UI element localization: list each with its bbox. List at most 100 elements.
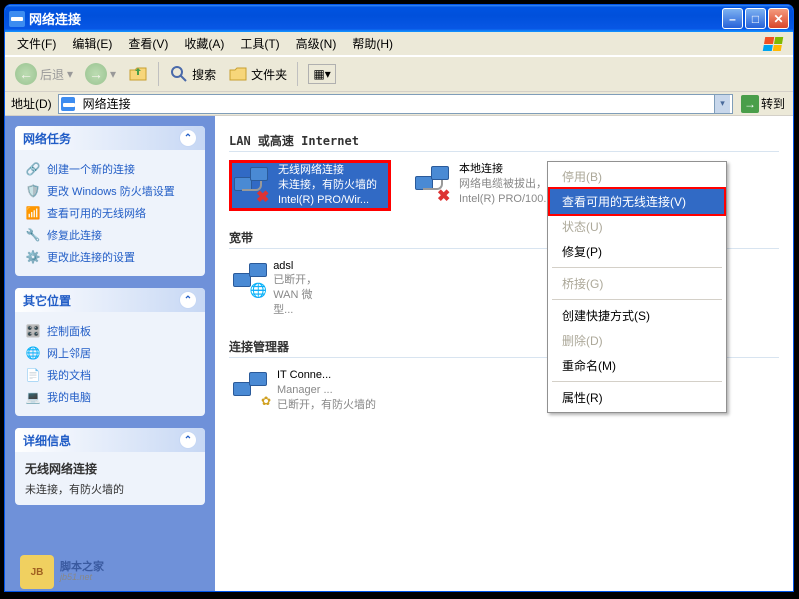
disconnected-badge-icon: ✖ (256, 187, 270, 201)
panel-body: 无线网络连接 未连接，有防火墙的 (15, 452, 205, 505)
cm-shortcut[interactable]: 创建快捷方式(S) (550, 303, 724, 328)
main-pane[interactable]: LAN 或高速 Internet ✖ 无线网络连接 未连接，有防火墙的 Inte… (215, 116, 793, 591)
toolbar-separator (158, 62, 159, 86)
chevron-up-icon[interactable]: ⌃ (179, 431, 197, 449)
broadband-icon: 🌐 (231, 259, 267, 299)
cm-properties[interactable]: 属性(R) (550, 385, 724, 410)
menu-tools[interactable]: 工具(T) (232, 33, 287, 54)
unplugged-badge-icon: ✖ (437, 186, 451, 200)
cm-status[interactable]: 状态(U) (550, 214, 724, 239)
wireless-connection-icon: ✖ (232, 163, 272, 203)
my-computer-link[interactable]: 💻我的电脑 (25, 386, 195, 408)
panel-header[interactable]: 详细信息 ⌃ (15, 428, 205, 452)
windows-logo-icon (755, 32, 791, 56)
other-places-panel: 其它位置 ⌃ 🎛️控制面板 🌐网上邻居 📄我的文档 💻我的电脑 (15, 288, 205, 416)
go-button[interactable]: → 转到 (737, 94, 789, 114)
back-button[interactable]: ← 后退 ▾ (11, 61, 77, 87)
address-value: 网络连接 (83, 95, 131, 112)
menu-separator (552, 267, 722, 268)
explorer-window: 网络连接 – □ ✕ 文件(F) 编辑(E) 查看(V) 收藏(A) 工具(T)… (4, 4, 794, 592)
my-documents-link[interactable]: 📄我的文档 (25, 364, 195, 386)
menu-separator (552, 299, 722, 300)
views-button[interactable]: ▦▾ (304, 62, 340, 86)
address-bar: 地址(D) 网络连接 ▾ → 转到 (5, 92, 793, 116)
folder-icon (228, 64, 248, 84)
cm-view-wireless[interactable]: 查看可用的无线连接(V) (548, 187, 726, 216)
network-connections-icon (9, 11, 25, 27)
dropdown-icon: ▾ (67, 67, 73, 81)
content-area: 网络任务 ⌃ 🔗创建一个新的连接 🛡️更改 Windows 防火墙设置 📶查看可… (5, 116, 793, 591)
watermark-logo-icon: JB (20, 555, 54, 589)
titlebar[interactable]: 网络连接 – □ ✕ (5, 5, 793, 32)
forward-arrow-icon: → (85, 63, 107, 85)
close-button[interactable]: ✕ (768, 8, 789, 29)
address-input[interactable]: 网络连接 ▾ (58, 94, 733, 114)
panel-header[interactable]: 其它位置 ⌃ (15, 288, 205, 312)
menu-edit[interactable]: 编辑(E) (64, 33, 120, 54)
address-dropdown-icon[interactable]: ▾ (714, 95, 730, 113)
new-connection-icon: 🔗 (25, 161, 41, 177)
it-connect-item[interactable]: ✿ IT Conne... Manager ... 已断开，有防火墙的 (229, 366, 479, 415)
settings-icon: ⚙️ (25, 249, 41, 265)
search-icon (169, 64, 189, 84)
menu-advanced[interactable]: 高级(N) (288, 33, 345, 54)
chevron-up-icon[interactable]: ⌃ (179, 291, 197, 309)
search-button[interactable]: 搜索 (165, 62, 220, 86)
cm-disable[interactable]: 停用(B) (550, 164, 724, 189)
adsl-connection-item[interactable]: 🌐 adsl 已断开， WAN 微型... (229, 257, 329, 320)
panel-body: 🎛️控制面板 🌐网上邻居 📄我的文档 💻我的电脑 (15, 312, 205, 416)
context-menu: 停用(B) 查看可用的无线连接(V) 状态(U) 修复(P) 桥接(G) 创建快… (547, 161, 727, 413)
network-places-icon: 🌐 (25, 345, 41, 361)
detail-status: 未连接，有防火墙的 (25, 481, 195, 497)
repair-connection-link[interactable]: 🔧修复此连接 (25, 224, 195, 246)
menu-help[interactable]: 帮助(H) (344, 33, 401, 54)
cm-repair[interactable]: 修复(P) (550, 239, 724, 264)
cm-bridge[interactable]: 桥接(G) (550, 271, 724, 296)
menu-separator (552, 381, 722, 382)
minimize-button[interactable]: – (722, 8, 743, 29)
cm-delete[interactable]: 删除(D) (550, 328, 724, 353)
change-settings-link[interactable]: ⚙️更改此连接的设置 (25, 246, 195, 268)
cm-rename[interactable]: 重命名(M) (550, 353, 724, 378)
views-icon: ▦▾ (308, 64, 336, 84)
folders-button[interactable]: 文件夹 (224, 62, 291, 86)
control-panel-link[interactable]: 🎛️控制面板 (25, 320, 195, 342)
folder-up-icon (128, 64, 148, 84)
chevron-up-icon[interactable]: ⌃ (179, 129, 197, 147)
menu-view[interactable]: 查看(V) (120, 33, 176, 54)
connection-manager-icon: ✿ (231, 368, 271, 408)
create-connection-link[interactable]: 🔗创建一个新的连接 (25, 158, 195, 180)
window-controls: – □ ✕ (722, 8, 789, 29)
details-panel: 详细信息 ⌃ 无线网络连接 未连接，有防火墙的 (15, 428, 205, 505)
view-wireless-link[interactable]: 📶查看可用的无线网络 (25, 202, 195, 224)
dropdown-icon: ▾ (110, 67, 116, 81)
control-panel-icon: 🎛️ (25, 323, 41, 339)
lan-connection-icon: ✖ (413, 162, 453, 202)
up-button[interactable] (124, 62, 152, 86)
watermark: JB 脚本之家 jb51.net (20, 555, 104, 589)
network-connections-icon (61, 97, 75, 111)
maximize-button[interactable]: □ (745, 8, 766, 29)
network-tasks-panel: 网络任务 ⌃ 🔗创建一个新的连接 🛡️更改 Windows 防火墙设置 📶查看可… (15, 126, 205, 276)
forward-button[interactable]: → ▾ (81, 61, 120, 87)
group-title-lan: LAN 或高速 Internet (229, 132, 779, 152)
network-places-link[interactable]: 🌐网上邻居 (25, 342, 195, 364)
wireless-icon: 📶 (25, 205, 41, 221)
window-title: 网络连接 (29, 9, 722, 28)
address-label: 地址(D) (9, 95, 54, 112)
toolbar-separator (297, 62, 298, 86)
sidebar: 网络任务 ⌃ 🔗创建一个新的连接 🛡️更改 Windows 防火墙设置 📶查看可… (5, 116, 215, 591)
documents-icon: 📄 (25, 367, 41, 383)
menu-file[interactable]: 文件(F) (9, 33, 64, 54)
go-arrow-icon: → (741, 95, 759, 113)
menu-favorites[interactable]: 收藏(A) (176, 33, 232, 54)
menubar: 文件(F) 编辑(E) 查看(V) 收藏(A) 工具(T) 高级(N) 帮助(H… (5, 32, 793, 56)
panel-body: 🔗创建一个新的连接 🛡️更改 Windows 防火墙设置 📶查看可用的无线网络 … (15, 150, 205, 276)
panel-header[interactable]: 网络任务 ⌃ (15, 126, 205, 150)
firewall-settings-link[interactable]: 🛡️更改 Windows 防火墙设置 (25, 180, 195, 202)
computer-icon: 💻 (25, 389, 41, 405)
firewall-icon: 🛡️ (25, 183, 41, 199)
repair-icon: 🔧 (25, 227, 41, 243)
detail-name: 无线网络连接 (25, 460, 195, 477)
wireless-connection-item[interactable]: ✖ 无线网络连接 未连接，有防火墙的 Intel(R) PRO/Wir... (229, 160, 391, 211)
